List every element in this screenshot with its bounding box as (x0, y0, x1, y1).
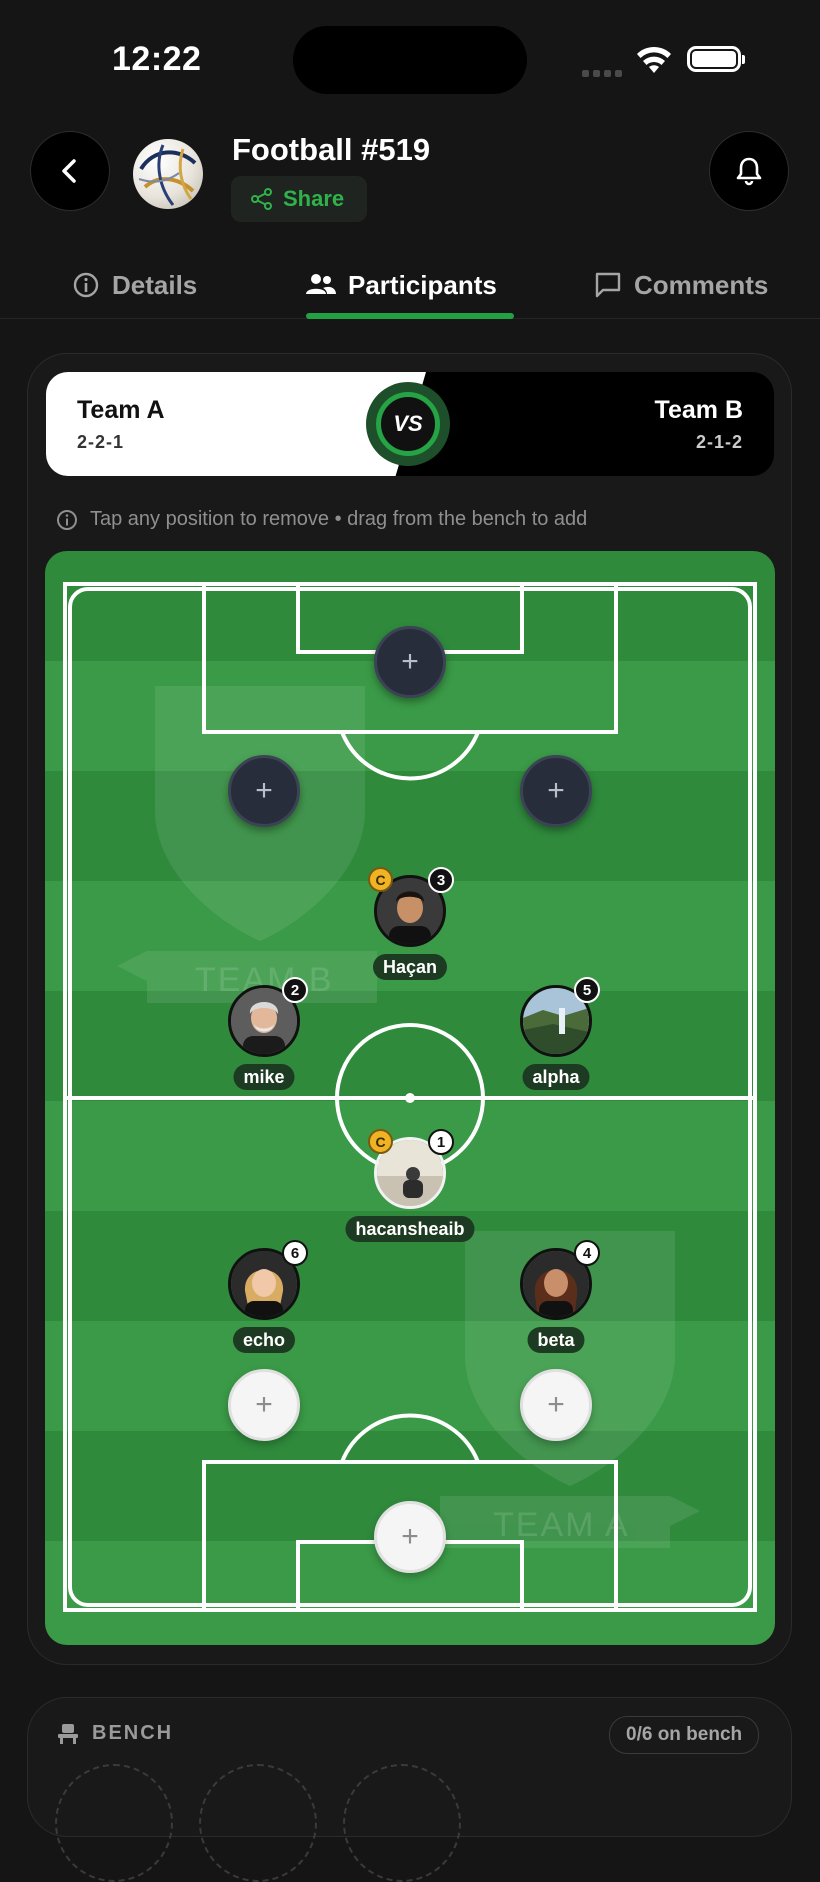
share-label: Share (283, 186, 345, 211)
info-icon (73, 272, 99, 298)
tab-details[interactable]: Details (72, 265, 197, 305)
player-token-echo[interactable]: 6 (228, 1240, 308, 1320)
bench-label: BENCH (92, 1722, 174, 1744)
player-name: alpha (522, 1064, 590, 1090)
empty-position-b-def-right[interactable]: + (520, 755, 592, 827)
captain-badge: C (368, 1129, 393, 1154)
bench-count-badge: 0/6 on bench (609, 1716, 760, 1754)
vs-badge: VS (366, 382, 450, 466)
player-number: 4 (574, 1240, 600, 1266)
empty-position-a-def-left[interactable]: + (228, 1369, 300, 1441)
football-pitch: TEAM B TEAM A + + + + + + C 3 Haçan 2 mi… (45, 551, 775, 1645)
info-icon (57, 509, 77, 530)
hint-label: Tap any position to remove • drag from t… (90, 508, 588, 530)
back-button[interactable] (30, 131, 110, 211)
dynamic-island (293, 26, 527, 94)
page-title: Football #519 (232, 132, 431, 167)
vs-label: VS (376, 392, 440, 456)
player-token-beta[interactable]: 4 (520, 1240, 600, 1320)
football-avatar (133, 139, 203, 209)
player-name: mike (233, 1064, 295, 1090)
team-b-formation: 2-1-2 (695, 432, 743, 452)
captain-badge: C (368, 867, 393, 892)
player-name: echo (232, 1327, 296, 1353)
player-name: hacansheaib (345, 1216, 475, 1242)
notifications-button[interactable] (709, 131, 789, 211)
player-number: 3 (428, 867, 454, 893)
player-token-hacansheaib[interactable]: C 1 (368, 1129, 454, 1209)
tab-participants-label: Participants (348, 269, 497, 300)
player-token-mike[interactable]: 2 (228, 977, 308, 1057)
chevron-left-icon (62, 159, 76, 183)
pitch-markings (63, 582, 757, 1612)
player-name: beta (527, 1327, 585, 1353)
bench-slot[interactable] (55, 1764, 173, 1882)
wifi-icon (637, 46, 671, 73)
empty-position-a-gk[interactable]: + (374, 1501, 446, 1573)
bell-icon (736, 157, 762, 186)
football-icon (138, 144, 197, 206)
tab-participants[interactable]: Participants (306, 265, 497, 305)
hint-text: Tap any position to remove • drag from t… (56, 508, 587, 531)
bench-header: BENCH (56, 1722, 173, 1745)
cellular-signal-icon (582, 64, 626, 82)
empty-position-b-def-left[interactable]: + (228, 755, 300, 827)
tab-details-label: Details (112, 269, 198, 300)
people-icon (306, 274, 336, 294)
share-button[interactable]: Share (231, 176, 367, 222)
player-number: 2 (282, 977, 308, 1003)
player-number: 5 (574, 977, 600, 1003)
battery-icon (687, 46, 745, 72)
team-b-name: Team B (654, 396, 743, 424)
bench-slot[interactable] (343, 1764, 461, 1882)
team-a-name: Team A (77, 396, 165, 424)
bench-slot[interactable] (199, 1764, 317, 1882)
player-token-hacan[interactable]: C 3 (368, 867, 454, 947)
comment-icon (595, 272, 621, 298)
player-name: Haçan (372, 954, 448, 980)
empty-position-a-def-right[interactable]: + (520, 1369, 592, 1441)
team-a-watermark: TEAM A (493, 1506, 630, 1544)
bench-seat-icon (58, 1723, 78, 1744)
player-token-alpha[interactable]: 5 (520, 977, 600, 1057)
tab-comments-label: Comments (634, 269, 769, 300)
team-a-formation: 2-2-1 (77, 432, 125, 452)
player-number: 1 (428, 1129, 454, 1155)
active-tab-indicator (306, 313, 514, 319)
share-icon (251, 188, 272, 210)
empty-position-b-gk[interactable]: + (374, 626, 446, 698)
status-time: 12:22 (112, 40, 202, 78)
player-number: 6 (282, 1240, 308, 1266)
tab-comments[interactable]: Comments (594, 265, 768, 305)
